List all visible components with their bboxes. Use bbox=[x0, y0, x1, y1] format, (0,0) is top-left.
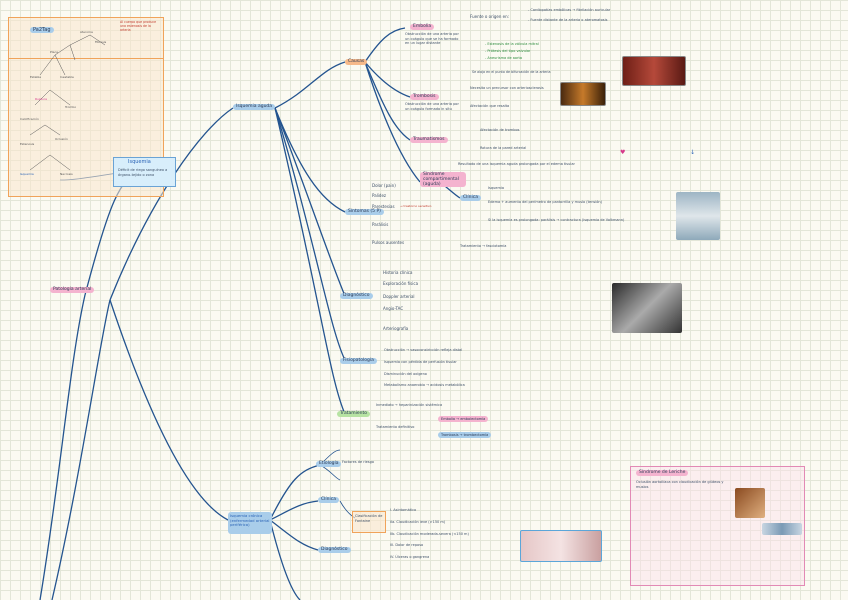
cinco-p-item-4: Pulsos ausentes bbox=[372, 240, 405, 245]
sindrome-desc: Resultado de una isquemia aguda prolonga… bbox=[458, 162, 575, 166]
diagnostico-node: Diagnóstico bbox=[340, 293, 373, 299]
clinica-node: Clínica bbox=[460, 195, 481, 201]
svg-text:Oclusión: Oclusión bbox=[55, 137, 68, 141]
svg-text:Ateroma: Ateroma bbox=[80, 30, 93, 34]
embolia-item-5: - Aneurisma de aorta bbox=[485, 56, 522, 60]
fisiopatologia-item-0: Obstrucción → vasoconstricción refleja d… bbox=[384, 348, 463, 352]
fontaine-2: IIb. Claudicación moderada-severa (<150 … bbox=[390, 532, 469, 536]
photo-legs bbox=[676, 192, 720, 240]
trombosis-item-1: Afectación que resalta bbox=[470, 104, 510, 108]
embolia-node: Embolia bbox=[410, 24, 435, 30]
root-node: Patología arterial bbox=[50, 287, 95, 293]
svg-text:Placa: Placa bbox=[50, 50, 58, 54]
svg-text:Fibrosis: Fibrosis bbox=[95, 40, 107, 44]
isquemia-title: Isquemia bbox=[128, 159, 151, 165]
callout-text: Oclusión aortoilíaca con claudicación de… bbox=[636, 480, 724, 489]
photo-leriche bbox=[735, 488, 765, 518]
tratamiento-item-1: Tratamiento definitivo bbox=[376, 425, 415, 429]
photo-angiography bbox=[612, 283, 682, 333]
svg-text:Trombo: Trombo bbox=[64, 105, 76, 109]
fontaine-0: I. Asintomático bbox=[390, 508, 417, 512]
isquemia-aguda-node: Isquemia aguda bbox=[233, 104, 276, 110]
factores-node: Etiología bbox=[316, 461, 342, 467]
heart-icon: ♥ bbox=[620, 149, 626, 156]
fontaine-1: IIa. Claudicación leve (>150 m) bbox=[390, 520, 446, 524]
diagnostico-item-1: Exploración física bbox=[383, 281, 419, 286]
fontaine-3: III. Dolor de reposo bbox=[390, 543, 424, 547]
clinica-item-3: Tratamiento → fasciotomía bbox=[460, 244, 507, 248]
tratamiento-item-3: Trombosis → trombectomía bbox=[438, 432, 492, 438]
cinco-p-item-0: Dolor (pain) bbox=[372, 183, 396, 188]
diagnostico-cronica-node: Diagnóstico bbox=[318, 547, 351, 553]
clinica-cronica-node: Clínica bbox=[318, 497, 339, 503]
svg-text:Estable: Estable bbox=[30, 75, 41, 79]
causas-node: Causas bbox=[345, 59, 368, 65]
svg-text:Ruptura: Ruptura bbox=[35, 97, 47, 101]
trombosis-node: Trombosis bbox=[410, 94, 439, 100]
fisiopatologia-item-2: Disminución del oxígeno bbox=[384, 372, 427, 376]
cinco-p-item-2: Parestesias bbox=[372, 204, 395, 209]
cinco-p-note: → trastorno sensitivo bbox=[400, 204, 432, 208]
tratamiento-item-2: Embolia → embolectomía bbox=[438, 416, 489, 422]
photo-thrombus bbox=[560, 82, 606, 106]
fontaine-title: Clasificación de Fontaine bbox=[355, 514, 383, 523]
traumatismos-node: Traumatismos bbox=[410, 137, 448, 143]
tratamiento-node: Tratamiento bbox=[337, 411, 370, 417]
clinica-item-0: Isquemia bbox=[488, 186, 504, 190]
sindrome-node: Síndrome compartimental (aguda) bbox=[420, 172, 466, 187]
embolia-desc: Obstrucción de una arteria por un coágul… bbox=[405, 32, 459, 45]
fisiopatologia-item-3: Metabolismo anaerobio → acidosis metaból… bbox=[384, 383, 465, 387]
embolia-item-3: - Estenosis de la válvula mitral bbox=[485, 42, 539, 46]
cinco-p-item-3: Parálisis bbox=[372, 222, 389, 227]
embolia-item-0: Fuente o origen en: bbox=[470, 14, 509, 19]
diagnostico-item-0: Historia clínica bbox=[383, 270, 413, 275]
svg-text:Inestable: Inestable bbox=[60, 75, 74, 79]
trombosis-desc: Obstrucción de una arteria por un coágul… bbox=[405, 102, 459, 111]
cinco-p-item-1: Palidez bbox=[372, 193, 387, 198]
svg-text:Isquemia: Isquemia bbox=[20, 172, 34, 176]
diagnostico-item-2: Doppler arterial bbox=[383, 294, 415, 299]
factores-label: Factores de riesgo bbox=[342, 460, 374, 464]
fisiopatologia-node: Fisiopatología bbox=[340, 358, 377, 364]
embolia-item-6: Se aloja en el punto de bifurcación de l… bbox=[472, 70, 551, 74]
photo-vessel bbox=[762, 523, 802, 535]
arrow-icon: ↓ bbox=[690, 149, 696, 156]
embolia-item-4: - Prótesis del tipo valvular bbox=[485, 49, 531, 53]
clinica-item-1: Edema + aumento del perímetro de pantorr… bbox=[488, 200, 602, 204]
svg-text:Necrosis: Necrosis bbox=[60, 172, 73, 176]
isquemia-desc: Déficit de riego sanguíneo a órgano-teji… bbox=[118, 168, 168, 177]
photo-embolus bbox=[622, 56, 686, 86]
diagnostico-item-3: Angio-TAC bbox=[383, 306, 404, 311]
trombosis-item-0: Necesita un precursor con arterioscleros… bbox=[470, 86, 544, 90]
traumatismos-item-0: Afectación de trombos bbox=[480, 128, 520, 132]
fisiopatologia-item-1: Isquemia con pérdida de perfusión tisula… bbox=[384, 360, 457, 364]
cinco-p-node: Síntomas (5 P) bbox=[345, 209, 384, 215]
traumatismos-item-1: Rotura de la pared arterial bbox=[480, 146, 527, 150]
isquemia-cronica-title: Isquemia crónica (enfermedad arterial pe… bbox=[230, 513, 270, 528]
diagnostico-item-4: Arteriografía bbox=[383, 326, 409, 331]
fontaine-4: IV. Úlceras o gangrena bbox=[390, 555, 430, 559]
embolia-item-1: - Cardiopatías embólicas → fibrilación a… bbox=[528, 8, 611, 12]
embolia-item-2: - Fuente distante de la arteria o aterom… bbox=[528, 18, 608, 22]
clinica-item-2: Si la isquemia es prolongada: parálisis … bbox=[488, 218, 625, 222]
photo-foot bbox=[520, 530, 602, 562]
callout-title: Síndrome de Leriche bbox=[636, 470, 689, 476]
tratamiento-item-0: Inmediato → heparinización sistémica bbox=[376, 403, 443, 407]
svg-text:Calcificación: Calcificación bbox=[20, 117, 39, 121]
svg-text:Estenosis: Estenosis bbox=[20, 142, 35, 146]
